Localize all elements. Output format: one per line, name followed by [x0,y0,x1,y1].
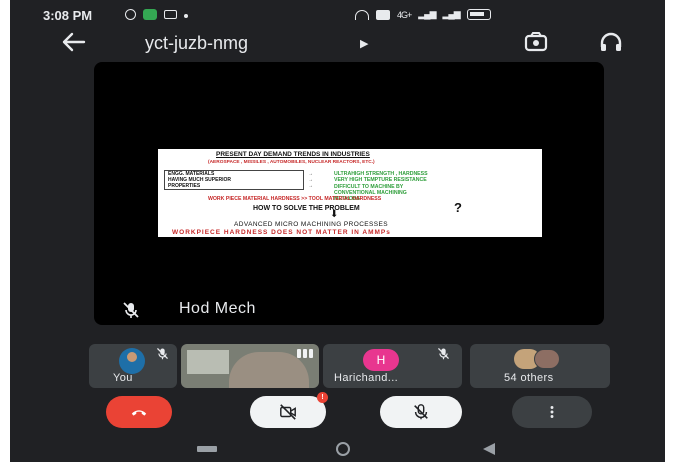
participant-tile-video[interactable] [181,344,319,388]
mic-off-icon [156,347,169,360]
slide-right-line: VERY HIGH TEMPTURE RESISTANCE [334,177,427,184]
back-arrow-icon [62,32,86,52]
presenter-bar: Hod Mech [94,295,604,325]
presentation-tile[interactable]: PRESENT DAY DEMAND TRENDS IN INDUSTRIES … [94,62,604,325]
notification-icons [125,9,188,20]
mic-off-icon [414,404,428,420]
switch-camera-button[interactable] [523,30,553,56]
signal-icon-2: ▂▄▆ [442,9,461,19]
status-time: 3:08 PM [43,8,93,23]
app-bar: yct-juzb-nmg ▶ [10,28,665,60]
participant-tile-others[interactable]: 54 others [470,344,610,388]
slide-conclusion: WORKPIECE HARDNESS DOES NOT MATTER IN AM… [172,229,391,236]
chat-app-icon [143,9,157,20]
home-icon[interactable] [336,442,350,456]
end-call-button[interactable] [106,396,172,428]
participant-label: You [113,372,133,384]
more-options-icon [550,406,554,418]
participant-strip: You H Harichand... 54 others [10,344,665,388]
audio-output-button[interactable] [598,30,628,56]
avatar [534,349,560,369]
camera-toggle-button[interactable]: ! [250,392,328,428]
nav-back-icon[interactable] [483,443,495,455]
meet-call-screen: 3:08 PM 4G+ ▂▄▆ ▂▄▆ yct-juzb-nmg ▶ PRESE… [10,0,665,462]
down-arrow-icon: ⬇ [330,209,339,220]
shared-slide: PRESENT DAY DEMAND TRENDS IN INDUSTRIES … [158,149,542,237]
slide-comparison: WORK PIECE MATERIAL HARDNESS >> TOOL MAT… [208,196,382,202]
participant-label: Harichand... [334,372,399,384]
mic-off-icon [123,302,139,318]
slide-left-line: PROPERTIES [168,183,201,189]
participant-tile-harichand[interactable]: H Harichand... [323,344,462,388]
system-nav-bar [10,437,665,462]
system-icons: 4G+ ▂▄▆ ▂▄▆ [355,9,491,20]
headphones-icon [600,32,622,51]
camera-switch-icon [524,32,548,52]
slide-subtitle: (AEROSPACE , MISSILES , AUTOMOBILES, NUC… [208,160,375,165]
data-saver-icon [376,9,390,20]
more-notifications-icon [184,14,188,18]
slide-question-mark: ? [454,200,462,215]
battery-icon [466,9,491,20]
slide-left-text: ENGG. MATERIALS HAVING MUCH SUPERIOR PRO… [168,171,231,189]
participant-label: 54 others [504,372,554,384]
status-bar: 3:08 PM 4G+ ▂▄▆ ▂▄▆ [10,0,665,28]
chevron-right-icon[interactable]: ▶ [360,37,368,50]
others-avatars [514,349,562,369]
slide-question: HOW TO SOLVE THE PROBLEM [253,205,360,212]
avatar: H [363,349,399,371]
back-button[interactable] [60,30,90,56]
camera-off-icon [280,404,296,420]
recent-apps-icon[interactable] [197,446,217,452]
video-app-icon [164,10,177,19]
slide-process: ADVANCED MICRO MACHINING PROCESSES [234,221,388,228]
video-background [187,350,229,374]
participant-tile-you[interactable]: You [89,344,177,388]
slide-title: PRESENT DAY DEMAND TRENDS IN INDUSTRIES [216,151,370,158]
slide-arrows: → → → [308,171,313,189]
mic-off-icon [437,347,450,360]
avatar [119,348,145,374]
headset-icon [355,9,369,20]
signal-icon: ▂▄▆ [418,9,436,19]
call-controls: ! [10,392,665,432]
more-options-button[interactable] [512,396,592,428]
camera-alert-badge: ! [317,392,328,403]
mic-toggle-button[interactable] [380,396,462,428]
end-call-icon [131,410,147,416]
meeting-code[interactable]: yct-juzb-nmg [145,33,248,54]
presenter-name: Hod Mech [179,300,256,317]
whatsapp-icon [125,9,136,20]
audio-level-icon [297,349,313,358]
network-type-label: 4G+ [397,9,412,20]
